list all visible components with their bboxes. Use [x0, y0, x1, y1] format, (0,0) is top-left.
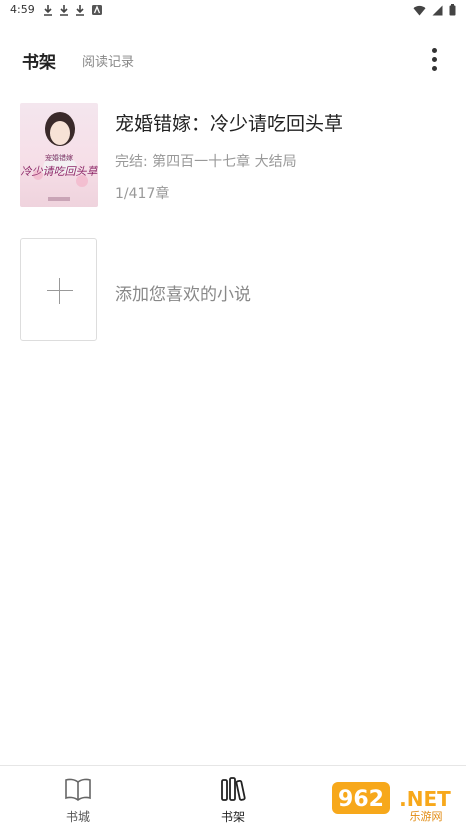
book-title: 宠婚错嫁：冷少请吃回头草: [115, 113, 344, 135]
add-book-item[interactable]: 添加您喜欢的小说: [20, 238, 450, 344]
status-time: 4:59: [10, 3, 35, 16]
cover-title-text: 冷少请吃回头草: [21, 165, 99, 178]
app-notification-icon: [92, 5, 102, 15]
download-icon: [60, 5, 68, 16]
more-dot-icon: [431, 47, 437, 53]
tab-bookshelf[interactable]: 书架: [22, 48, 56, 73]
download-icon: [44, 5, 52, 16]
add-book-label: 添加您喜欢的小说: [115, 285, 251, 305]
download-icon: [76, 5, 84, 16]
nav-item-bookshelf[interactable]: 书架: [183, 766, 283, 831]
add-book-button[interactable]: [20, 238, 97, 341]
book-status: 完结: 第四百一十七章 大结局: [115, 154, 297, 170]
nav-item-bookstore[interactable]: 书城: [28, 766, 128, 831]
book-progress: 1/417章: [115, 186, 170, 202]
more-dot-icon: [431, 65, 437, 71]
watermark-subtext: 乐游网: [410, 810, 443, 823]
watermark-logo: 962 乐游网 .NET: [332, 782, 451, 823]
bookshelf-icon: [221, 777, 246, 801]
open-book-icon: [65, 778, 91, 801]
status-bar: 4:59: [0, 0, 466, 22]
book-cover[interactable]: 宠婚错嫁 冷少请吃回头草: [20, 103, 98, 207]
watermark-text-suffix: .NET: [399, 787, 451, 811]
signal-icon: [432, 5, 443, 15]
wifi-icon: [413, 5, 426, 16]
tab-reading-history[interactable]: 阅读记录: [82, 51, 134, 70]
more-menu-button[interactable]: [420, 44, 448, 74]
more-dot-icon: [431, 56, 437, 62]
watermark-text: 962: [338, 787, 384, 812]
book-item[interactable]: 宠婚错嫁 冷少请吃回头草 宠婚错嫁：冷少请吃回头草 完结: 第四百一十七章 大结…: [20, 103, 450, 209]
nav-label-bookstore: 书城: [65, 810, 90, 824]
battery-icon: [449, 4, 456, 16]
cover-subtitle: 宠婚错嫁: [45, 153, 73, 162]
nav-label-bookshelf: 书架: [220, 810, 245, 824]
top-bar: 书架 阅读记录: [0, 38, 466, 82]
